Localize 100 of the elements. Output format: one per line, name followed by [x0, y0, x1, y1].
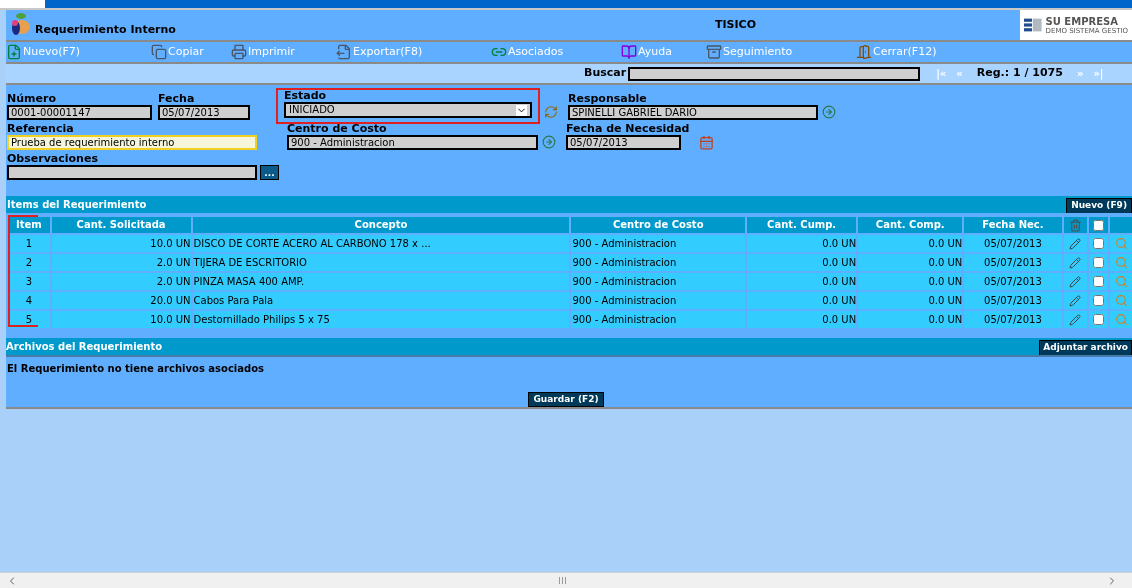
company-name: SU EMPRESA	[1045, 15, 1119, 27]
table-cell: 4	[8, 292, 50, 309]
table-cell: 10.0 UN	[51, 235, 191, 252]
table-cell: 05/07/2013	[964, 292, 1062, 309]
more-button[interactable]: ...	[260, 165, 279, 180]
company-code: TISICO	[715, 16, 758, 33]
field-label: Observaciones	[7, 153, 99, 165]
edit-icon[interactable]	[1069, 294, 1082, 307]
table-cell: TIJERA DE ESCRITORIO	[192, 254, 570, 271]
input-field[interactable]: Prueba de requerimiento interno	[7, 135, 257, 150]
field-label: Centro de Costo	[287, 123, 388, 135]
copy-icon	[151, 44, 167, 60]
door-icon	[856, 44, 872, 60]
column-header: Cant. Comp.	[858, 217, 963, 233]
table-cell: 2.0 UN	[51, 273, 191, 290]
logo-icon	[9, 11, 31, 37]
table-cell: 900 - Administracion	[571, 235, 746, 252]
table-cell: DISCO DE CORTE ACERO AL CARBONO 178 x ...	[192, 235, 570, 252]
field-label: Número	[7, 93, 57, 105]
record-counter: Reg.: 1 / 1075	[976, 65, 1063, 82]
calendar-icon[interactable]	[699, 135, 715, 150]
input-field[interactable]: 05/07/2013	[566, 135, 681, 150]
input-field[interactable]: 900 - Administracion	[287, 135, 538, 150]
column-header: Cant. Cump.	[747, 217, 857, 233]
previous-record-button[interactable]: «	[956, 66, 963, 81]
input-field[interactable]: SPINELLI GABRIEL DARIO	[568, 105, 818, 120]
field-label: Responsable	[568, 93, 648, 105]
toolbar-button[interactable]: Imprimir	[231, 43, 336, 61]
next-record-button[interactable]: »	[1076, 66, 1084, 81]
field-label: Referencia	[7, 123, 75, 135]
table-cell: 05/07/2013	[964, 254, 1062, 271]
row-checkbox[interactable]	[1093, 295, 1105, 306]
input-field[interactable]: 0001-00001147	[7, 105, 152, 120]
save-button[interactable]: Guardar (F2)	[528, 392, 604, 407]
toolbar-button[interactable]: Copiar	[151, 43, 231, 61]
table-cell: 0.0 UN	[858, 292, 963, 309]
field-label: Fecha de Necesidad	[566, 123, 690, 135]
trash-icon	[1068, 218, 1082, 232]
table-cell: 05/07/2013	[964, 311, 1062, 328]
search-label: Buscar	[584, 65, 627, 82]
table-cell: PINZA MASA 400 AMP.	[192, 273, 570, 290]
select-all-checkbox[interactable]	[1093, 219, 1105, 231]
column-header: Centro de Costo	[571, 217, 746, 233]
table-cell: 0.0 UN	[747, 292, 857, 309]
toolbar-button[interactable]: Cerrar(F12)	[856, 43, 976, 61]
table-cell: 05/07/2013	[964, 235, 1062, 252]
last-record-button[interactable]: »|	[1093, 66, 1104, 81]
export-icon	[336, 44, 352, 60]
table-cell: 3	[8, 273, 50, 290]
table-cell: 10.0 UN	[51, 311, 191, 328]
table-cell: 20.0 UN	[51, 292, 191, 309]
table-cell: 05/07/2013	[964, 273, 1062, 290]
table-cell: 1	[8, 235, 50, 252]
row-checkbox[interactable]	[1093, 257, 1105, 268]
field-label: Fecha	[158, 93, 196, 105]
table-cell: 0.0 UN	[747, 235, 857, 252]
input-field[interactable]: 05/07/2013	[158, 105, 250, 120]
file-plus-icon	[6, 44, 22, 60]
table-cell: 2	[8, 254, 50, 271]
table-cell: 900 - Administracion	[571, 273, 746, 290]
column-header: Concepto	[192, 217, 570, 233]
table-cell: 0.0 UN	[858, 235, 963, 252]
section-title: Archivos del Requerimiento	[6, 340, 163, 354]
edit-icon[interactable]	[1069, 275, 1082, 288]
input-field[interactable]	[7, 165, 257, 180]
column-header	[1110, 217, 1132, 233]
table-cell: Destornillado Philips 5 x 75	[192, 311, 570, 328]
field-label: Estado	[284, 90, 328, 102]
table-cell: 0.0 UN	[858, 254, 963, 271]
column-header: Cant. Solicitada	[51, 217, 191, 233]
printer-icon	[231, 44, 247, 60]
new-item-button[interactable]: Nuevo (F9)	[1066, 197, 1132, 214]
edit-icon[interactable]	[1069, 256, 1082, 269]
row-checkbox[interactable]	[1093, 314, 1105, 325]
toolbar-button[interactable]: Nuevo(F7)	[6, 43, 151, 61]
toolbar-button[interactable]: Asociados	[491, 43, 621, 61]
first-record-button[interactable]: |«	[936, 66, 947, 81]
toolbar-button[interactable]: Exportar(F8)	[336, 43, 491, 61]
caret-icon	[516, 104, 527, 116]
grip-icon	[558, 577, 566, 584]
select-field[interactable]: INICIADO	[284, 102, 532, 118]
cabinet-icon	[706, 44, 722, 60]
table-cell: 2.0 UN	[51, 254, 191, 271]
table-cell: 900 - Administracion	[571, 292, 746, 309]
row-checkbox[interactable]	[1093, 238, 1105, 249]
table-cell: 900 - Administracion	[571, 254, 746, 271]
table-cell: 0.0 UN	[747, 273, 857, 290]
table-cell: 900 - Administracion	[571, 311, 746, 328]
toolbar-button[interactable]: Ayuda	[621, 43, 706, 61]
section-title: Items del Requerimiento	[7, 198, 147, 212]
table-cell: 0.0 UN	[747, 254, 857, 271]
edit-icon[interactable]	[1069, 237, 1082, 250]
table-cell: 0.0 UN	[858, 311, 963, 328]
edit-icon[interactable]	[1069, 313, 1082, 326]
attach-file-button[interactable]: Adjuntar archivo	[1039, 339, 1132, 356]
search-field[interactable]	[628, 66, 921, 81]
row-checkbox[interactable]	[1093, 276, 1105, 287]
toolbar-button[interactable]: Seguimiento	[706, 43, 856, 61]
window-title: Requerimiento Interno	[35, 21, 177, 38]
table-cell: 0.0 UN	[858, 273, 963, 290]
